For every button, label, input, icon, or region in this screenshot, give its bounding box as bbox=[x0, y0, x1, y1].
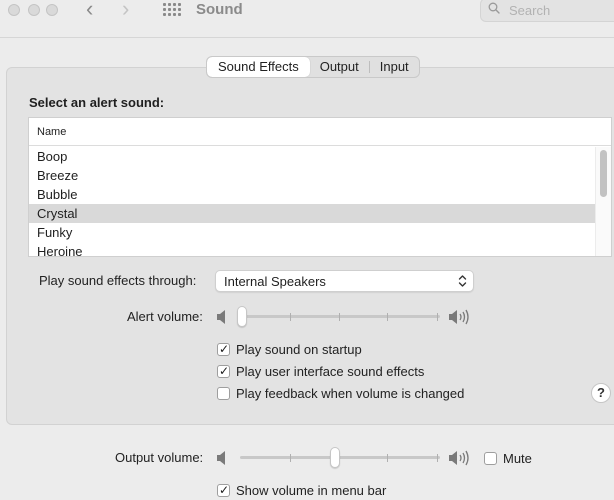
tab-output[interactable]: Output bbox=[310, 57, 369, 77]
list-column-header[interactable]: Name bbox=[29, 118, 611, 146]
list-rows: Boop Breeze Bubble Crystal Funky Heroine bbox=[29, 147, 595, 256]
volume-feedback-checkbox[interactable] bbox=[217, 386, 230, 400]
list-item[interactable]: Heroine bbox=[29, 242, 595, 256]
list-item[interactable]: Bubble bbox=[29, 185, 595, 204]
ui-sound-effects-label: Play user interface sound effects bbox=[236, 363, 425, 379]
list-item[interactable]: Breeze bbox=[29, 166, 595, 185]
slider-tick bbox=[290, 313, 291, 321]
slider-tick bbox=[387, 313, 388, 321]
play-through-label: Play sound effects through: bbox=[39, 273, 197, 288]
startup-sound-option[interactable]: ✓ Play sound on startup bbox=[217, 341, 362, 357]
window-title: Sound bbox=[196, 1, 243, 18]
speaker-high-icon bbox=[449, 450, 469, 466]
search-input[interactable] bbox=[509, 2, 609, 18]
checkmark-icon: ✓ bbox=[219, 363, 230, 378]
speaker-low-icon bbox=[217, 310, 225, 324]
alert-sound-heading: Select an alert sound: bbox=[29, 95, 165, 110]
startup-sound-label: Play sound on startup bbox=[236, 341, 362, 357]
checkmark-icon: ✓ bbox=[219, 482, 230, 497]
volume-feedback-label: Play feedback when volume is changed bbox=[236, 385, 465, 401]
tab-bar: Sound Effects Output Input bbox=[206, 56, 420, 78]
show-all-grid-icon[interactable] bbox=[163, 3, 181, 17]
slider-tick bbox=[437, 454, 438, 462]
chevron-up-down-icon bbox=[458, 275, 467, 287]
menu-bar-volume-label: Show volume in menu bar bbox=[236, 482, 387, 498]
checkmark-icon: ✓ bbox=[219, 341, 230, 356]
slider-tick bbox=[387, 454, 388, 462]
list-scrollbar[interactable] bbox=[595, 147, 611, 256]
zoom-window-button[interactable] bbox=[46, 4, 58, 16]
alert-volume-knob[interactable] bbox=[237, 306, 247, 327]
mute-option[interactable]: Mute bbox=[484, 450, 532, 466]
search-icon bbox=[488, 2, 500, 14]
forward-icon[interactable]: › bbox=[122, 0, 129, 20]
scrollbar-thumb[interactable] bbox=[600, 150, 607, 197]
output-volume-label: Output volume: bbox=[115, 450, 204, 465]
back-icon[interactable]: ‹ bbox=[86, 0, 93, 20]
tab-input[interactable]: Input bbox=[370, 57, 419, 77]
ui-sound-effects-option[interactable]: ✓ Play user interface sound effects bbox=[217, 363, 424, 379]
list-item-selected[interactable]: Crystal bbox=[29, 204, 595, 223]
slider-tick bbox=[290, 454, 291, 462]
speaker-low-icon bbox=[217, 451, 225, 465]
title-bar: ‹ › Sound bbox=[0, 0, 614, 38]
slider-track bbox=[240, 315, 440, 318]
search-field[interactable] bbox=[480, 0, 614, 22]
mute-checkbox[interactable] bbox=[484, 451, 497, 465]
alert-volume-label: Alert volume: bbox=[127, 309, 203, 324]
menu-bar-volume-option[interactable]: ✓ Show volume in menu bar bbox=[217, 482, 386, 498]
output-device-value: Internal Speakers bbox=[224, 274, 326, 289]
output-device-select[interactable]: Internal Speakers bbox=[215, 270, 474, 292]
output-volume-knob[interactable] bbox=[330, 447, 340, 468]
slider-tick bbox=[437, 313, 438, 321]
close-window-button[interactable] bbox=[8, 4, 20, 16]
speaker-high-icon bbox=[449, 309, 469, 325]
alert-sound-list[interactable]: Name Boop Breeze Bubble Crystal Funky He… bbox=[28, 117, 612, 257]
list-item[interactable]: Boop bbox=[29, 147, 595, 166]
slider-track bbox=[240, 456, 440, 459]
list-item[interactable]: Funky bbox=[29, 223, 595, 242]
startup-sound-checkbox[interactable]: ✓ bbox=[217, 341, 230, 356]
minimize-window-button[interactable] bbox=[28, 4, 40, 16]
ui-sound-effects-checkbox[interactable]: ✓ bbox=[217, 363, 230, 378]
mute-label: Mute bbox=[503, 450, 532, 466]
tab-sound-effects[interactable]: Sound Effects bbox=[207, 57, 310, 77]
alert-volume-slider[interactable] bbox=[237, 306, 440, 328]
help-button[interactable]: ? bbox=[591, 383, 611, 403]
volume-feedback-option[interactable]: Play feedback when volume is changed bbox=[217, 385, 464, 401]
output-volume-slider[interactable] bbox=[240, 447, 440, 469]
menu-bar-volume-checkbox[interactable]: ✓ bbox=[217, 482, 230, 497]
slider-tick bbox=[339, 313, 340, 321]
